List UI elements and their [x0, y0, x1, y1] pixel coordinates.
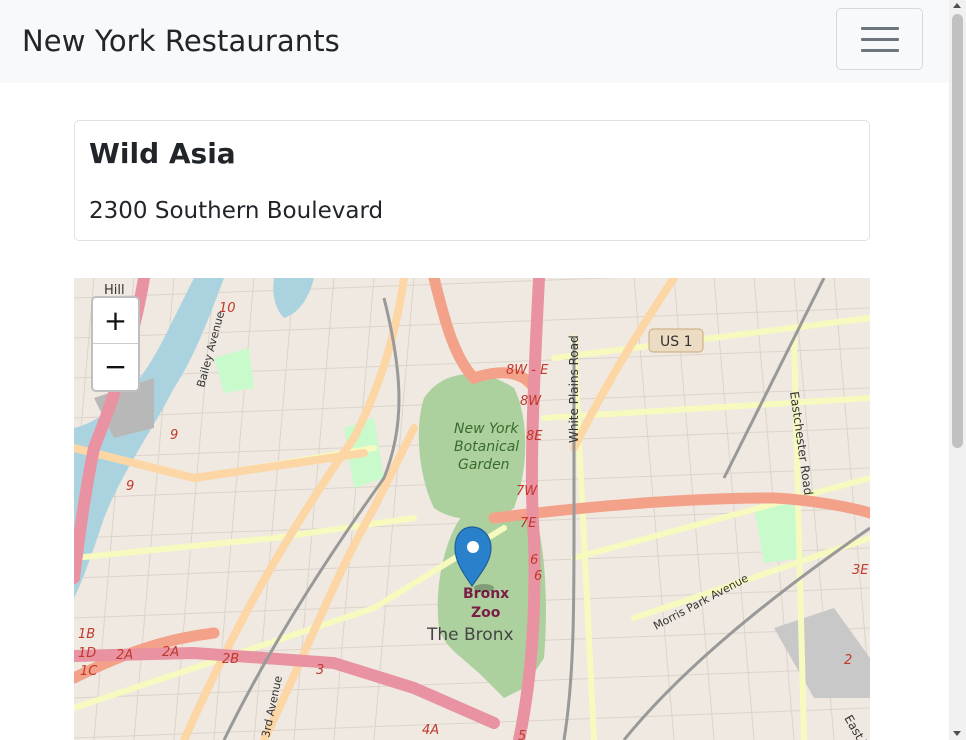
navbar-brand[interactable]: New York Restaurants — [22, 22, 340, 60]
map-tiles[interactable]: New York Botanical Garden Bronx Zoo The … — [74, 278, 870, 740]
exit-label: 8E — [526, 429, 543, 444]
exit-label: 4A — [422, 723, 439, 738]
label-garden-1: New York — [454, 421, 519, 437]
exit-label: 2B — [222, 652, 239, 667]
exit-label: 8W - E — [506, 363, 549, 378]
exit-label: 1B — [78, 627, 95, 642]
restaurant-name: Wild Asia — [89, 137, 236, 170]
map[interactable]: New York Botanical Garden Bronx Zoo The … — [74, 278, 870, 740]
exit-label: 6 — [530, 553, 538, 568]
exit-label: 9 — [170, 428, 178, 443]
zoom-out-button[interactable]: − — [93, 344, 138, 390]
restaurant-address: 2300 Southern Boulevard — [89, 198, 384, 224]
hamburger-icon-bar — [861, 49, 899, 52]
zoom-control: + − — [91, 296, 140, 392]
exit-label: 10 — [219, 301, 236, 316]
exit-label: 1C — [80, 664, 98, 679]
label-garden-2: Botanical — [454, 439, 519, 455]
scroll-down-icon[interactable] — [953, 731, 961, 736]
hamburger-icon — [861, 27, 899, 30]
hamburger-icon-bar — [861, 38, 899, 41]
label-borough: The Bronx — [426, 625, 514, 645]
label-garden-3: Garden — [458, 457, 510, 473]
label-us1: US 1 — [660, 334, 693, 350]
scrollbar-thumb[interactable] — [952, 14, 963, 448]
exit-label: 2A — [162, 645, 179, 660]
label-white-plains: White Plains Road — [567, 335, 581, 443]
scroll-up-icon[interactable] — [953, 3, 961, 8]
exit-label: 2 — [844, 653, 852, 668]
navbar: New York Restaurants — [0, 0, 949, 83]
label-zoo-2: Zoo — [471, 605, 501, 621]
exit-label: 7E — [520, 516, 537, 531]
exit-label: 6 — [534, 569, 542, 584]
exit-label: 8W — [520, 394, 542, 409]
menu-toggle-button[interactable] — [836, 8, 923, 70]
exit-label: 1D — [78, 646, 96, 661]
exit-label: 2A — [116, 648, 133, 663]
exit-label: 3E — [852, 563, 869, 578]
exit-label: 9 — [126, 479, 134, 494]
restaurant-card: Wild Asia 2300 Southern Boulevard — [74, 120, 870, 241]
zoom-in-button[interactable]: + — [93, 298, 138, 344]
exit-label: 7W — [516, 484, 538, 499]
exit-label: 5 — [518, 729, 526, 740]
page-scrollbar[interactable] — [949, 0, 966, 740]
exit-label: 3 — [316, 663, 324, 678]
